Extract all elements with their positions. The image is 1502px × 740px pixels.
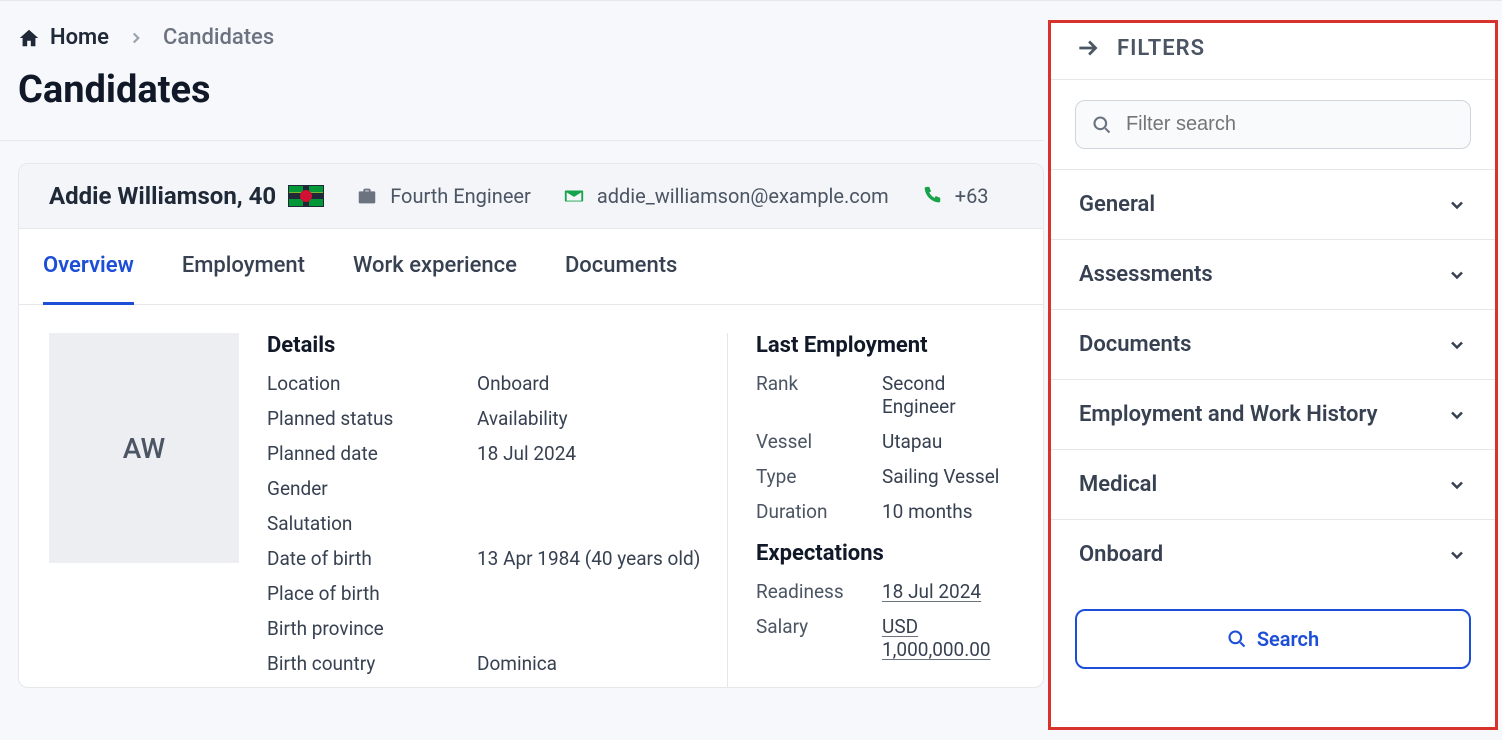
nationality-flag-icon	[288, 185, 324, 207]
last-employment-heading: Last Employment	[756, 333, 1013, 358]
filter-group-general-label: General	[1079, 192, 1155, 217]
location-value: Onboard	[477, 372, 549, 395]
candidate-role-text: Fourth Engineer	[390, 184, 531, 208]
details-section: Details LocationOnboard Planned statusAv…	[267, 333, 727, 687]
filter-group-general[interactable]: General	[1051, 169, 1495, 239]
readiness-value[interactable]: 18 Jul 2024	[882, 580, 981, 603]
gender-label: Gender	[267, 477, 477, 500]
location-label: Location	[267, 372, 477, 395]
chevron-down-icon	[1447, 335, 1467, 355]
candidate-header: Addie Williamson, 40 Fourth Engineer add…	[19, 164, 1043, 229]
search-button[interactable]: Search	[1075, 609, 1471, 669]
filters-panel: FILTERS General Assessments Documents Em…	[1048, 20, 1498, 730]
filter-group-assessments[interactable]: Assessments	[1051, 239, 1495, 309]
filter-group-employment-label: Employment and Work History	[1079, 402, 1378, 427]
chevron-down-icon	[1447, 545, 1467, 565]
planned-date-label: Planned date	[267, 442, 477, 465]
filter-group-medical-label: Medical	[1079, 472, 1157, 497]
rank-label: Rank	[756, 372, 882, 418]
expectations-heading: Expectations	[756, 541, 1013, 566]
candidate-phone-text: +63	[955, 184, 989, 208]
filter-search-box[interactable]	[1075, 100, 1471, 149]
search-button-label: Search	[1257, 627, 1319, 651]
planned-status-value: Availability	[477, 407, 568, 430]
birth-country-value: Dominica	[477, 652, 557, 675]
pob-label: Place of birth	[267, 582, 477, 605]
dob-label: Date of birth	[267, 547, 477, 570]
salutation-label: Salutation	[267, 512, 477, 535]
details-heading: Details	[267, 333, 727, 358]
search-icon	[1092, 114, 1112, 136]
home-icon	[18, 27, 40, 49]
candidate-email-text: addie_williamson@example.com	[597, 184, 889, 208]
breadcrumb-home[interactable]: Home	[18, 25, 109, 50]
filter-search-input[interactable]	[1126, 113, 1454, 136]
vessel-value: Utapau	[882, 430, 942, 453]
chevron-down-icon	[1447, 405, 1467, 425]
filter-group-employment[interactable]: Employment and Work History	[1051, 379, 1495, 449]
mail-icon	[563, 185, 585, 207]
candidate-name-text: Addie Williamson, 40	[49, 182, 276, 210]
page-title: Candidates	[18, 68, 1044, 140]
briefcase-icon	[356, 185, 378, 207]
readiness-label: Readiness	[756, 580, 882, 603]
planned-date-value: 18 Jul 2024	[477, 442, 576, 465]
chevron-down-icon	[1447, 265, 1467, 285]
birth-country-label: Birth country	[267, 652, 477, 675]
candidate-phone[interactable]: +63	[921, 184, 989, 208]
breadcrumb: Home Candidates	[18, 1, 1044, 68]
candidate-name: Addie Williamson, 40	[49, 182, 324, 210]
dob-value: 13 Apr 1984 (40 years old)	[477, 547, 700, 570]
candidate-email[interactable]: addie_williamson@example.com	[563, 184, 889, 208]
filter-group-medical[interactable]: Medical	[1051, 449, 1495, 519]
avatar: AW	[49, 333, 239, 563]
filters-title: FILTERS	[1117, 36, 1205, 61]
right-column: Last Employment RankSecond Engineer Vess…	[727, 333, 1013, 687]
chevron-right-icon	[127, 29, 145, 47]
breadcrumb-home-label: Home	[50, 25, 109, 50]
salary-label: Salary	[756, 615, 882, 661]
tab-overview[interactable]: Overview	[43, 229, 134, 305]
type-value: Sailing Vessel	[882, 465, 999, 488]
candidate-role: Fourth Engineer	[356, 184, 531, 208]
chevron-down-icon	[1447, 195, 1467, 215]
arrow-right-icon	[1075, 35, 1101, 61]
type-label: Type	[756, 465, 882, 488]
filter-group-onboard-label: Onboard	[1079, 542, 1163, 567]
filters-header[interactable]: FILTERS	[1051, 23, 1495, 80]
search-icon	[1227, 629, 1247, 649]
candidate-card: Addie Williamson, 40 Fourth Engineer add…	[18, 163, 1044, 688]
salary-value[interactable]: USD 1,000,000.00	[882, 615, 1002, 661]
filter-group-onboard[interactable]: Onboard	[1051, 519, 1495, 589]
duration-value: 10 months	[882, 500, 973, 523]
planned-status-label: Planned status	[267, 407, 477, 430]
tab-employment[interactable]: Employment	[182, 229, 305, 305]
filter-group-assessments-label: Assessments	[1079, 262, 1213, 287]
filter-group-documents-label: Documents	[1079, 332, 1191, 357]
chevron-down-icon	[1447, 475, 1467, 495]
tab-documents[interactable]: Documents	[565, 229, 677, 305]
phone-icon	[921, 185, 943, 207]
breadcrumb-current: Candidates	[163, 25, 274, 50]
tab-work-experience[interactable]: Work experience	[353, 229, 517, 305]
rank-value: Second Engineer	[882, 372, 1013, 418]
vessel-label: Vessel	[756, 430, 882, 453]
tabs: Overview Employment Work experience Docu…	[19, 229, 1043, 305]
duration-label: Duration	[756, 500, 882, 523]
filter-group-documents[interactable]: Documents	[1051, 309, 1495, 379]
birth-province-label: Birth province	[267, 617, 477, 640]
